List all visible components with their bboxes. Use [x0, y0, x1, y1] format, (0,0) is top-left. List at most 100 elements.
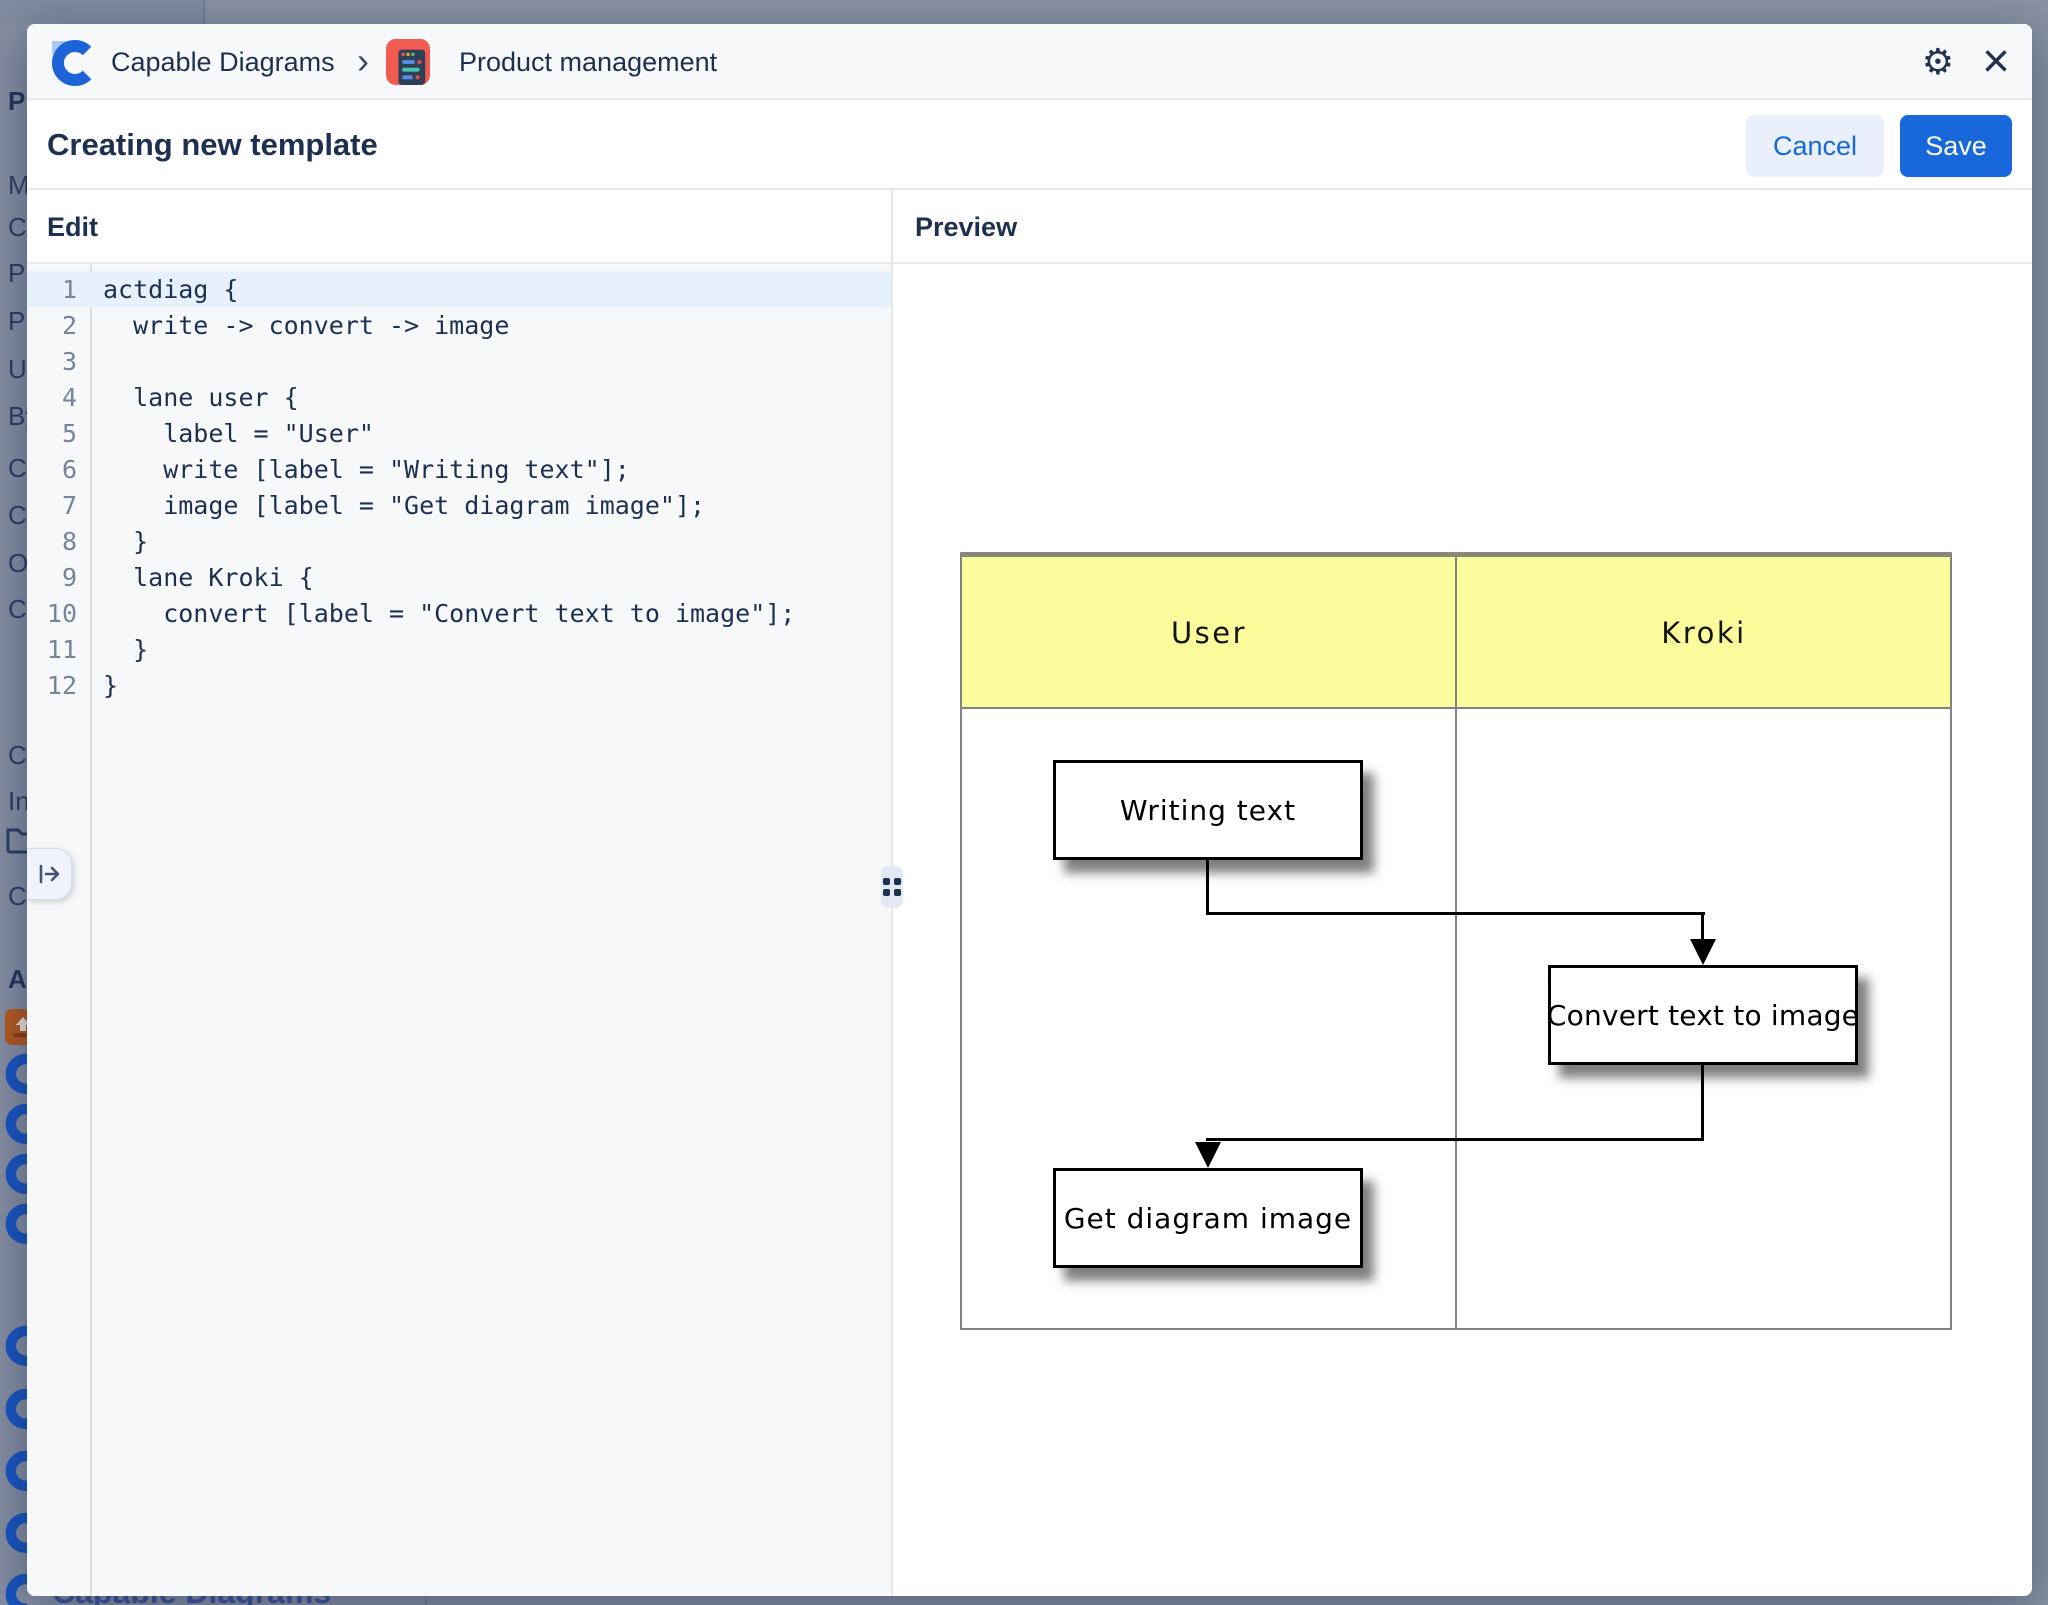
- code-line[interactable]: 11 }: [27, 631, 891, 667]
- modal-title-row: Creating new template Cancel Save: [27, 102, 2032, 188]
- sidebar-item-truncated: In: [8, 786, 27, 817]
- breadcrumb-app-link[interactable]: Capable Diagrams: [111, 24, 335, 100]
- save-button[interactable]: Save: [1900, 115, 2012, 177]
- edge-write-convert-segment: [1206, 860, 1209, 914]
- space-icon: [386, 38, 430, 91]
- line-number: 11: [27, 635, 77, 664]
- breadcrumb-space-link[interactable]: Product management: [459, 24, 717, 100]
- code-line[interactable]: 1 actdiag {: [27, 271, 891, 307]
- diagram-node-get-image: Get diagram image: [1053, 1168, 1363, 1268]
- sidebar-item-truncated: Cl: [8, 740, 27, 771]
- breadcrumb-chevron-icon: ›: [357, 24, 369, 98]
- line-number: 12: [27, 671, 77, 700]
- sidebar-item-truncated: Cl: [8, 212, 27, 243]
- line-text: convert [label = "Convert text to image"…: [77, 599, 795, 628]
- sidebar-item-truncated: Pr: [8, 86, 27, 117]
- expand-sidebar-button[interactable]: [27, 848, 72, 900]
- code-line[interactable]: 8 }: [27, 523, 891, 559]
- expand-arrow-icon: [35, 860, 63, 888]
- folder-icon: [5, 824, 27, 859]
- sidebar-item-truncated: Ca: [8, 500, 27, 531]
- background-sidebar: Pr M Cl Pr Pr Ul By Ca Ca Or: [0, 24, 27, 1605]
- settings-gear-icon[interactable]: ⚙: [1922, 44, 1954, 80]
- sidebar-item-truncated: Pr: [8, 306, 27, 337]
- line-text: }: [77, 671, 118, 700]
- sidebar-item-truncated: M: [8, 170, 27, 201]
- line-number: 2: [27, 311, 77, 340]
- diagram-node-convert-text: Convert text to image: [1548, 965, 1858, 1065]
- code-line[interactable]: 6 write [label = "Writing text"];: [27, 451, 891, 487]
- code-line[interactable]: 2 write -> convert -> image: [27, 307, 891, 343]
- edge-convert-image-segment: [1701, 1065, 1704, 1141]
- code-line[interactable]: 12 }: [27, 667, 891, 703]
- line-number: 10: [27, 599, 77, 628]
- diagram-node-writing-text: Writing text: [1053, 760, 1363, 860]
- line-number: 3: [27, 347, 77, 376]
- code-line[interactable]: 9 lane Kroki {: [27, 559, 891, 595]
- pane-header-row: Edit Preview: [27, 188, 2032, 264]
- arrowhead-into-convert: [1690, 939, 1716, 965]
- line-number: 4: [27, 383, 77, 412]
- code-line[interactable]: 5 label = "User": [27, 415, 891, 451]
- line-text: }: [77, 635, 148, 664]
- background-panel-divider: [425, 1596, 427, 1605]
- app-icon-capable: [3, 1102, 27, 1149]
- edge-write-convert-segment: [1701, 912, 1704, 942]
- line-number: 7: [27, 491, 77, 520]
- sidebar-item-truncated: Cl: [8, 594, 27, 625]
- page-root: Pr M Cl Pr Pr Ul By Ca Ca Or: [0, 0, 2048, 1605]
- preview-pane-label: Preview: [915, 190, 1017, 264]
- template-editor-modal: Capable Diagrams › Product management: [27, 24, 2032, 1596]
- app-icon-capable: [3, 1387, 27, 1434]
- background-sidebar-top: [0, 0, 205, 24]
- code-line[interactable]: 3: [27, 343, 891, 379]
- sidebar-item-truncated: Ca: [8, 453, 27, 484]
- line-text: image [label = "Get diagram image"];: [77, 491, 705, 520]
- sidebar-item-truncated: Cr: [8, 881, 27, 912]
- code-editor[interactable]: 1 actdiag { 2 write -> convert -> image …: [27, 264, 891, 1596]
- close-icon[interactable]: ×: [1982, 38, 2010, 86]
- page-title: Creating new template: [47, 102, 378, 188]
- sidebar-item-truncated: Pr: [8, 258, 27, 289]
- sidebar-item-truncated: Ul: [8, 354, 27, 385]
- header-actions: ⚙ ×: [1922, 24, 2010, 100]
- line-text: lane user {: [77, 383, 299, 412]
- splitter-drag-handle[interactable]: [881, 866, 903, 908]
- line-text: label = "User": [77, 419, 374, 448]
- sidebar-item-truncated: AP: [8, 964, 27, 995]
- edge-convert-image-segment: [1206, 1138, 1704, 1141]
- sidebar-item-truncated: By: [8, 401, 27, 432]
- line-number: 5: [27, 419, 77, 448]
- arrowhead-into-image: [1195, 1142, 1221, 1168]
- line-text: write -> convert -> image: [77, 311, 509, 340]
- cancel-button[interactable]: Cancel: [1746, 115, 1884, 177]
- modal-header: Capable Diagrams › Product management: [27, 24, 2032, 100]
- code-line[interactable]: 7 image [label = "Get diagram image"];: [27, 487, 891, 523]
- app-icon-capable: [3, 1152, 27, 1199]
- app-icon-capable: [3, 1324, 27, 1371]
- drag-dots-icon: [883, 878, 901, 896]
- line-number: 1: [27, 275, 77, 304]
- app-icon-capable: [3, 1202, 27, 1249]
- app-icon-capable: [3, 1572, 27, 1605]
- sidebar-item-truncated: Or: [8, 548, 27, 579]
- edit-pane-label: Edit: [47, 190, 98, 264]
- line-number: 8: [27, 527, 77, 556]
- line-text: }: [77, 527, 148, 556]
- app-icon-capable: [3, 1511, 27, 1558]
- line-number: 6: [27, 455, 77, 484]
- app-icon-orange: [5, 1009, 27, 1050]
- line-text: lane Kroki {: [77, 563, 314, 592]
- edge-write-convert-segment: [1206, 912, 1705, 915]
- line-text: write [label = "Writing text"];: [77, 455, 630, 484]
- app-icon-capable: [3, 1052, 27, 1099]
- app-icon-capable: [3, 1449, 27, 1496]
- lane-label-kroki: Kroki: [1457, 557, 1951, 709]
- line-number: 9: [27, 563, 77, 592]
- capable-diagrams-logo-icon: [49, 38, 97, 91]
- code-lines: 1 actdiag { 2 write -> convert -> image …: [27, 271, 891, 703]
- code-line[interactable]: 10 convert [label = "Convert text to ima…: [27, 595, 891, 631]
- code-line[interactable]: 4 lane user {: [27, 379, 891, 415]
- line-text: actdiag {: [77, 275, 238, 304]
- lane-label-user: User: [962, 557, 1456, 709]
